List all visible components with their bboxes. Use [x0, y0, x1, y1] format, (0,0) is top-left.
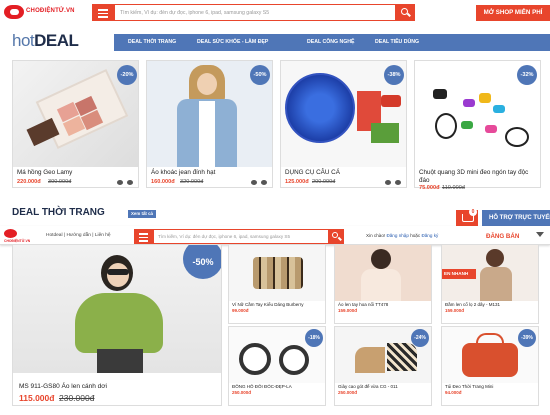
search-icon: [332, 232, 338, 238]
featured-product-card[interactable]: -50% MS 911-GS80 Áo len cánh dơi 115.000…: [12, 244, 222, 406]
product-image[interactable]: [229, 245, 325, 301]
view-icon[interactable]: [117, 180, 123, 185]
product-card[interactable]: -50% Áo khoác jean đính hạt 160.000đ 320…: [146, 60, 273, 188]
product-image[interactable]: [335, 245, 431, 301]
product-price: 125.000đ: [285, 179, 309, 185]
product-price: 250.000đ: [232, 390, 252, 395]
category-menu-button[interactable]: [92, 4, 114, 21]
product-title[interactable]: Chuột quang 3D mini đeo ngón tay độc đáo: [419, 169, 537, 184]
view-icon[interactable]: [251, 180, 257, 185]
product-title[interactable]: Đầm len cổ lọ 2 dây - M131: [445, 302, 537, 307]
product-card[interactable]: -32% Chuột quang 3D mini đeo ngón tay độ…: [414, 60, 541, 191]
product-card[interactable]: Áo len tay hoa nổi TT478 159.000đ: [334, 244, 432, 324]
product-card[interactable]: -20% Má hồng Geo Lamy 220.000đ 300.000đ: [12, 60, 139, 188]
menu-icon: [139, 233, 148, 244]
product-old-price: 320.000đ: [180, 179, 204, 185]
nav-deal-consumer[interactable]: DEAL TIÊU DÙNG: [375, 34, 419, 51]
product-title[interactable]: Ví Nữ Cầm Tay Kiểu Dáng Burberry: [232, 302, 324, 307]
category-nav: DEAL THỜI TRANG DEAL SỨC KHỎE - LÀM ĐẸP …: [114, 34, 550, 51]
product-title[interactable]: Má hồng Geo Lamy: [17, 169, 135, 177]
nav-deal-health-beauty[interactable]: DEAL SỨC KHỎE - LÀM ĐẸP: [197, 34, 268, 51]
product-title[interactable]: DỤNG CỤ CÂU CÁ: [285, 169, 403, 177]
product-card[interactable]: -38% DỤNG CỤ CÂU CÁ 125.000đ 200.000đ: [280, 60, 407, 188]
open-shop-button[interactable]: MỞ SHOP MIỄN PHÍ: [476, 5, 550, 21]
see-all-link[interactable]: Xem tất cả: [128, 210, 156, 218]
view-icon[interactable]: [385, 180, 391, 185]
cart-icon[interactable]: [395, 180, 401, 185]
search-button[interactable]: [396, 4, 415, 21]
product-price: 159.000đ: [445, 308, 465, 313]
discount-badge: -18%: [305, 329, 323, 347]
section-title: DEAL THỜI TRANG: [12, 207, 105, 218]
product-old-price: 300.000đ: [48, 179, 72, 185]
product-title[interactable]: ĐỒNG HỒ ĐÔI ĐÓC-ĐẸP-LA: [232, 384, 324, 389]
discount-badge: -24%: [411, 329, 429, 347]
site-logo-icon[interactable]: [4, 5, 24, 19]
cart-count-badge: 0: [469, 208, 477, 216]
product-price: 99.000đ: [232, 308, 249, 313]
product-price: 220.000đ: [17, 179, 41, 185]
product-price: 250.000đ: [338, 390, 358, 395]
discount-badge: -39%: [518, 329, 536, 347]
product-card[interactable]: -18% ĐỒNG HỒ ĐÔI ĐÓC-ĐẸP-LA 250.000đ: [228, 326, 326, 406]
discount-badge: -32%: [517, 65, 537, 85]
product-title[interactable]: Áo khoác jean đính hạt: [151, 169, 269, 177]
product-title[interactable]: Túi Đeo Thời Trang Mini: [445, 384, 537, 389]
product-price: 94.000đ: [445, 390, 462, 395]
discount-badge: -50%: [183, 245, 221, 279]
site-logo-text[interactable]: CHOĐIỆNTỬ.VN: [26, 8, 75, 14]
sticky-category-button[interactable]: [134, 229, 153, 244]
product-old-price: 110.000đ: [442, 185, 465, 191]
search-input[interactable]: Tìm kiếm, Ví dụ: đèn dự đọc, iphone 6, i…: [114, 4, 396, 21]
sticky-links[interactable]: Hotdeal | Hướng dẫn | Liên hệ: [46, 233, 111, 238]
register-link[interactable]: Đăng ký: [421, 233, 438, 238]
product-price: 159.000đ: [338, 308, 358, 313]
product-card[interactable]: -39% Túi Đeo Thời Trang Mini 94.000đ: [441, 326, 539, 406]
search-icon: [401, 8, 408, 15]
hotdeal-title: hotDEAL: [12, 31, 79, 50]
product-title[interactable]: Giày cao gót đế vừa CG - 011: [338, 384, 430, 389]
product-old-price: 230.000đ: [59, 393, 95, 403]
login-link[interactable]: Đăng nhập: [386, 233, 408, 238]
cart-icon[interactable]: [261, 180, 267, 185]
product-price: 115.000đ: [19, 393, 55, 403]
product-card[interactable]: -24% Giày cao gót đế vừa CG - 011 250.00…: [334, 326, 432, 406]
discount-badge: -38%: [384, 65, 404, 85]
product-price: 160.000đ: [151, 179, 175, 185]
product-card[interactable]: Ví Nữ Cầm Tay Kiểu Dáng Burberry 99.000đ: [228, 244, 326, 324]
product-title[interactable]: Áo len tay hoa nổi TT478: [338, 302, 430, 307]
menu-icon: [98, 9, 108, 20]
discount-badge: -50%: [250, 65, 270, 85]
account-links: Xin chào! Đăng nhập hoặc Đăng ký: [366, 233, 439, 238]
sticky-logo-text[interactable]: CHOĐIỆNTỬ.VN: [4, 239, 30, 243]
online-support-button[interactable]: HỖ TRỢ TRỰC TUYẾN: [482, 210, 550, 226]
chevron-down-icon[interactable]: [536, 232, 544, 238]
discount-badge: -20%: [117, 65, 137, 85]
nav-deal-fashion[interactable]: DEAL THỜI TRANG: [128, 34, 176, 51]
sticky-logo-icon[interactable]: [4, 229, 17, 238]
sell-button[interactable]: ĐĂNG BÁN: [486, 233, 519, 240]
sticky-search-input[interactable]: Tìm kiếm, Ví dụ: đèn dự đọc, iphone 6, i…: [153, 229, 329, 244]
product-card[interactable]: EN NHANH Đầm len cổ lọ 2 dây - M131 159.…: [441, 244, 539, 324]
nav-deal-tech[interactable]: DEAL CÔNG NGHỆ: [307, 34, 354, 51]
product-price: 75.000đ: [419, 185, 440, 191]
cart-icon[interactable]: [127, 180, 133, 185]
sticky-search-button[interactable]: [329, 229, 344, 244]
product-title[interactable]: MS 911-GS80 Áo len cánh dơi: [19, 383, 107, 390]
fast-delivery-tag: EN NHANH: [442, 269, 476, 279]
product-image[interactable]: EN NHANH: [442, 245, 538, 301]
product-old-price: 200.000đ: [312, 179, 336, 185]
